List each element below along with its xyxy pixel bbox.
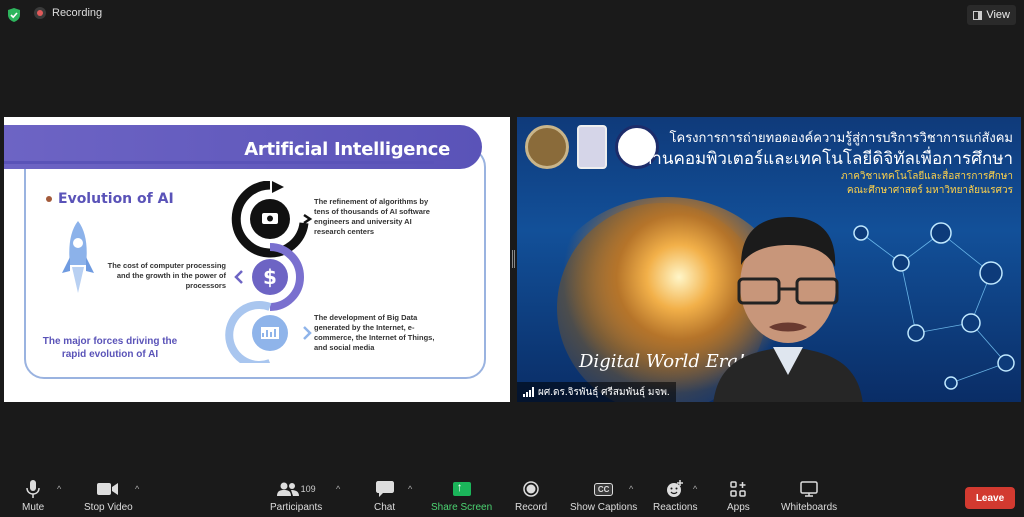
share-screen-button[interactable]: Share Screen <box>431 480 492 513</box>
smiley-plus-icon <box>666 480 684 498</box>
view-label: View <box>986 9 1010 21</box>
microphone-icon <box>26 480 40 498</box>
meeting-top-bar: Recording View <box>0 0 1024 30</box>
share-screen-icon <box>452 480 471 498</box>
university-logo-2 <box>577 125 607 169</box>
svg-text:$: $ <box>263 265 277 289</box>
mute-button[interactable]: Mute <box>22 480 44 513</box>
participants-label: Participants <box>270 502 323 513</box>
participants-button[interactable]: 109 Participants <box>270 480 322 513</box>
slide-banner-stripe <box>4 161 434 164</box>
recording-label: Recording <box>52 7 103 19</box>
leave-meeting-button[interactable]: Leave <box>965 487 1015 509</box>
slide-subtitle-text: Evolution of AI <box>58 191 174 207</box>
slide-subtitle: Evolution of AI <box>46 191 174 207</box>
banner-thai-line-3: ภาควิชาเทคโนโลยีและสื่อสารการศึกษา <box>841 171 1013 182</box>
whiteboards-button[interactable]: Whiteboards <box>781 480 837 513</box>
whiteboards-label: Whiteboards <box>781 502 838 513</box>
slide-title: Artificial Intelligence <box>244 139 450 160</box>
participant-name-tag: ผศ.ดร.จิรพันธุ์ ศรีสมพันธุ์ มจพ. <box>517 382 676 402</box>
participants-count: 109 <box>300 484 316 494</box>
closed-captions-icon: CC <box>593 480 614 498</box>
split-view-drag-handle[interactable] <box>512 250 515 268</box>
chat-button[interactable]: Chat <box>374 480 395 513</box>
slide-text-algorithms: The refinement of algorithms by tens of … <box>314 197 430 236</box>
signal-strength-icon <box>523 387 534 397</box>
university-logo-1 <box>525 125 569 169</box>
rocket-icon <box>62 221 94 293</box>
banner-thai-line-4: คณะศึกษาศาสตร์ มหาวิทยาลัยนเรศวร <box>846 185 1013 196</box>
show-captions-button[interactable]: CC Show Captions <box>570 480 637 513</box>
ai-forces-cycle-graphic: $ <box>225 181 313 363</box>
record-label: Record <box>515 502 548 513</box>
recording-indicator[interactable]: Recording <box>34 7 102 19</box>
participants-options-chevron-icon[interactable]: ^ <box>336 484 340 494</box>
chat-options-chevron-icon[interactable]: ^ <box>408 484 412 494</box>
speaker-person-image <box>713 217 863 402</box>
apps-grid-icon <box>730 480 747 498</box>
participant-video-tile[interactable]: โครงการการถ่ายทอดองค์ความรู้สู่การบริการ… <box>517 117 1021 402</box>
forces-caption: The major forces driving the rapid evolu… <box>42 336 178 360</box>
stop-video-label: Stop Video <box>84 502 133 513</box>
slide-text-cost: The cost of computer processing and the … <box>107 261 226 290</box>
participants-icon: 109 <box>276 480 316 498</box>
mute-label: Mute <box>22 502 45 513</box>
slide-text-bigdata: The development of Big Data generated by… <box>314 313 435 352</box>
bullet-icon <box>46 196 52 202</box>
video-options-chevron-icon[interactable]: ^ <box>135 484 139 494</box>
video-camera-icon <box>97 480 119 498</box>
record-button[interactable]: Record <box>515 480 547 513</box>
show-captions-label: Show Captions <box>570 502 638 513</box>
mute-options-chevron-icon[interactable]: ^ <box>57 484 61 494</box>
share-screen-label: Share Screen <box>431 502 493 513</box>
reactions-label: Reactions <box>653 502 698 513</box>
captions-options-chevron-icon[interactable]: ^ <box>629 484 633 494</box>
whiteboard-icon <box>800 480 818 498</box>
shared-screen-slide: Artificial Intelligence Evolution of AI … <box>4 117 510 402</box>
meeting-controls-toolbar: Mute ^ Stop Video ^ 109 Participants ^ C… <box>0 470 1024 517</box>
record-dot-icon <box>34 7 46 19</box>
view-layout-icon <box>973 10 983 20</box>
record-icon <box>523 480 539 498</box>
apps-button[interactable]: Apps <box>727 480 750 513</box>
view-button[interactable]: View <box>967 5 1016 25</box>
reactions-options-chevron-icon[interactable]: ^ <box>693 484 697 494</box>
security-shield-icon[interactable] <box>8 8 20 22</box>
chat-label: Chat <box>374 502 396 513</box>
stop-video-button[interactable]: Stop Video <box>84 480 133 513</box>
reactions-button[interactable]: Reactions <box>653 480 697 513</box>
chat-bubble-icon <box>375 480 394 498</box>
apps-label: Apps <box>727 502 750 513</box>
banner-thai-line-2: ด้านคอมพิวเตอร์และเทคโนโลยีดิจิทัลเพื่อก… <box>641 149 1013 168</box>
participant-name: ผศ.ดร.จิรพันธุ์ ศรีสมพันธุ์ มจพ. <box>538 386 670 398</box>
